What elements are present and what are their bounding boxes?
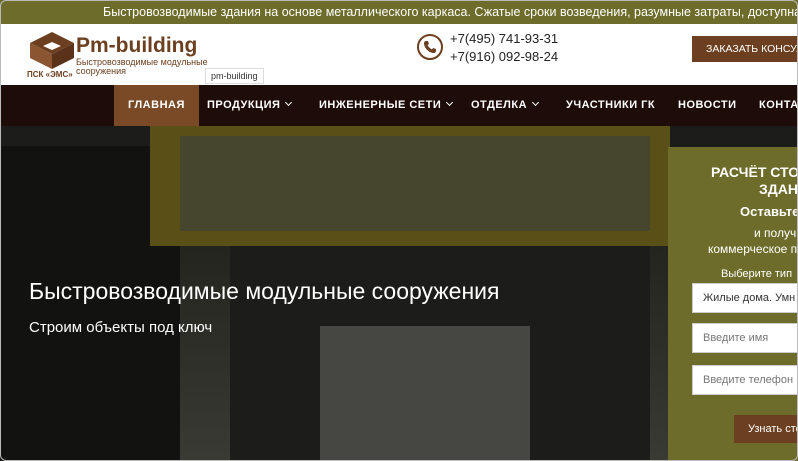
nav-item-news[interactable]: НОВОСТИ <box>678 85 737 126</box>
brand-tagline: Быстровозводимые модульные сооружения <box>76 57 208 76</box>
nav-item-engineering[interactable]: ИНЖЕНЕРНЫЕ СЕТИ <box>319 85 454 126</box>
logo-tooltip: pm-building <box>205 68 264 84</box>
hero-title: Быстровозводимые модульные сооружения <box>29 278 500 304</box>
nav-item-home[interactable]: ГЛАВНАЯ <box>114 85 199 126</box>
nav-item-label: НОВОСТИ <box>678 99 737 111</box>
hero-subtitle: Строим объекты под ключ <box>29 319 213 336</box>
chevron-down-icon <box>285 98 293 107</box>
nav-item-label: УЧАСТНИКИ ГК <box>566 99 656 111</box>
nav-item-products[interactable]: ПРОДУКЦИЯ <box>207 85 293 126</box>
top-ticker: Быстровозводимые здания на основе металл… <box>0 0 798 24</box>
nav-item-label: ИНЖЕНЕРНЫЕ СЕТИ <box>319 99 442 111</box>
name-input[interactable]: Введите имя <box>692 323 798 353</box>
calc-leave-text: Оставьте <box>740 204 798 219</box>
phone-number-1[interactable]: +7(495) 741-93-31 <box>450 30 558 48</box>
order-consultation-button[interactable]: ЗАКАЗАТЬ КОНСУЛЬ <box>692 36 798 62</box>
nav-item-label: ОТДЕЛКА <box>471 99 528 111</box>
nav-item-members[interactable]: УЧАСТНИКИ ГК <box>566 85 655 126</box>
phone-number-2[interactable]: +7(916) 092-98-24 <box>450 48 558 66</box>
brand-title[interactable]: Pm-building <box>76 34 197 58</box>
calc-offer-text: коммерческое п <box>708 242 798 256</box>
phone-input[interactable]: Введите телефон <box>692 365 798 395</box>
nav-item-finishing[interactable]: ОТДЕЛКА <box>471 85 540 126</box>
nav-item-label: ГЛАВНАЯ <box>128 99 185 111</box>
header: ПСК «ЭМС» Pm-building Быстровозводимые м… <box>0 24 798 85</box>
calc-choose-label: Выберите тип <box>721 268 793 280</box>
cube-logo-icon[interactable] <box>28 30 76 70</box>
phone-icon <box>417 34 443 60</box>
main-nav: ГЛАВНАЯ ПРОДУКЦИЯ ИНЖЕНЕРНЫЕ СЕТИ ОТДЕЛК… <box>0 85 798 126</box>
company-name: ПСК «ЭМС» <box>27 70 73 79</box>
nav-item-label: ПРОДУКЦИЯ <box>207 99 281 111</box>
phone-numbers: +7(495) 741-93-31 +7(916) 092-98-24 <box>450 30 558 66</box>
nav-item-label: КОНТАК <box>759 99 798 111</box>
calc-submit-button[interactable]: Узнать сто <box>734 415 798 443</box>
calc-get-text: и получите <box>754 226 798 240</box>
building-type-select[interactable]: Жилые дома. Умн <box>692 283 798 313</box>
chevron-down-icon <box>446 98 454 107</box>
nav-item-contacts[interactable]: КОНТАК <box>759 85 798 126</box>
calc-title: РАСЧЁТ СТО <box>711 164 798 180</box>
calc-title-line2: ЗДАН <box>759 181 798 197</box>
cost-calculator-form: РАСЧЁТ СТО ЗДАН Оставьте и получите комм… <box>668 147 798 461</box>
chevron-down-icon <box>532 98 540 107</box>
